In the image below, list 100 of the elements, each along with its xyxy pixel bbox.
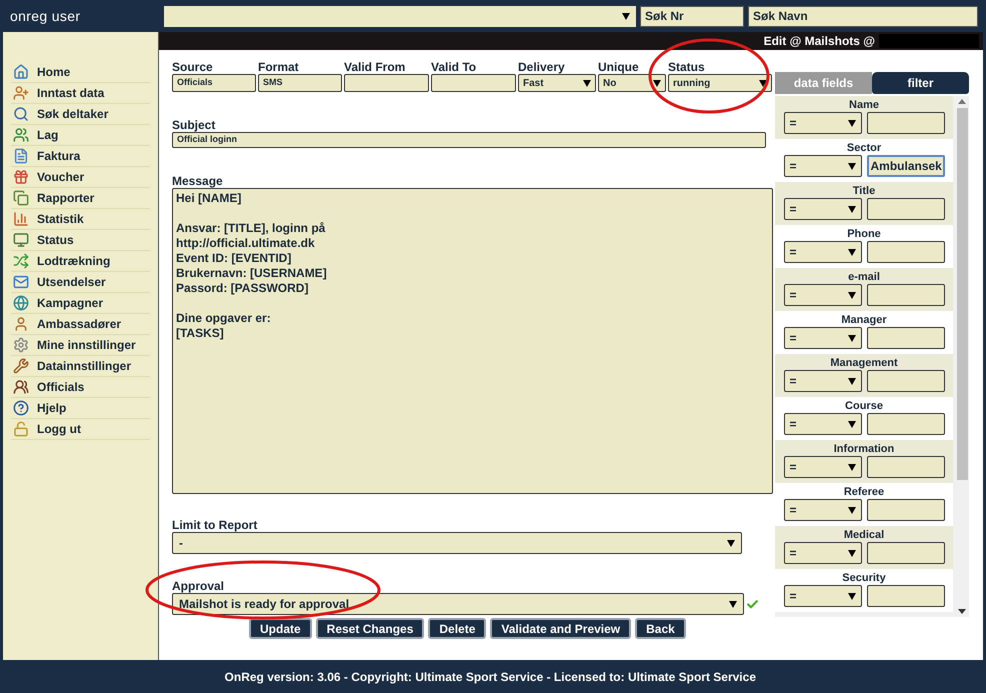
field-label: Source [172, 59, 213, 74]
operator-dropdown[interactable]: = [784, 327, 862, 349]
dropdown[interactable]: - [172, 532, 742, 554]
filter-input[interactable] [866, 284, 944, 306]
scrollbar[interactable] [955, 96, 969, 617]
filter-input[interactable] [866, 499, 944, 521]
caret-icon [848, 550, 856, 556]
sidebar-item[interactable]: Datainnstillinger [11, 356, 150, 377]
operator-dropdown[interactable]: = [784, 542, 862, 564]
caret-icon [848, 592, 856, 600]
dropdown[interactable]: No [598, 74, 666, 92]
page-title: Edit @ Mailshots @ [764, 33, 875, 50]
sidebar-item[interactable]: Home [11, 62, 150, 83]
filter-input[interactable] [866, 370, 944, 392]
scroll-down-icon[interactable] [958, 609, 966, 614]
bar-chart-icon [13, 211, 29, 227]
operator-dropdown[interactable]: = [784, 456, 862, 478]
filter-label: Information [834, 442, 894, 455]
user-name: onreg user [10, 6, 82, 26]
dropdown[interactable]: Mailshot is ready for approval [172, 593, 744, 615]
filter-input[interactable] [866, 198, 944, 220]
operator-dropdown[interactable]: = [784, 112, 862, 134]
operator-dropdown[interactable]: = [784, 241, 862, 263]
documents-icon [13, 190, 29, 206]
caret-icon [848, 206, 856, 212]
filter-label: Name [849, 98, 879, 111]
tools-icon [13, 358, 29, 374]
sidebar-item[interactable]: Lag [11, 125, 150, 146]
event-dropdown[interactable] [164, 6, 636, 26]
filter-input[interactable] [866, 542, 944, 564]
filter-label: Referee [844, 485, 884, 498]
panel-tab[interactable]: filter [872, 72, 969, 94]
filter-input[interactable] [866, 413, 944, 435]
input-field[interactable]: SMS [258, 74, 342, 92]
filter-input[interactable] [866, 112, 944, 134]
action-button[interactable]: Update [249, 618, 312, 639]
sidebar-item[interactable]: Statistik [11, 209, 150, 230]
sidebar-item[interactable]: Faktura [11, 146, 150, 167]
sidebar-item[interactable]: Ambassadører [11, 314, 150, 335]
sidebar-item[interactable]: Utsendelser [11, 272, 150, 293]
operator-dropdown[interactable]: = [784, 155, 862, 177]
caret-icon [848, 378, 856, 384]
input-field[interactable] [344, 74, 429, 92]
sidebar-item[interactable]: Rapporter [11, 188, 150, 209]
action-button[interactable]: Back [635, 618, 686, 639]
operator-dropdown[interactable]: = [784, 370, 862, 392]
operator-dropdown[interactable]: = [784, 413, 862, 435]
field-label: Valid From [344, 59, 406, 74]
field-label: Status [668, 59, 705, 74]
operator-dropdown[interactable]: = [784, 198, 862, 220]
field-label: Delivery [518, 59, 565, 74]
sidebar-item[interactable]: Mine innstillinger [11, 335, 150, 356]
filter-input[interactable] [866, 241, 944, 263]
field-label: Valid To [431, 59, 476, 74]
scroll-up-icon[interactable] [958, 99, 966, 104]
field-label: Format [258, 59, 299, 74]
settings-icon [13, 337, 29, 353]
filter-label: Medical [844, 528, 884, 541]
caret-icon [583, 80, 591, 86]
home-icon [13, 64, 29, 80]
caret-icon [653, 80, 661, 86]
input-field[interactable] [431, 74, 516, 92]
sidebar-item[interactable]: Voucher [11, 167, 150, 188]
sidebar-item[interactable]: Inntast data [11, 83, 150, 104]
filter-label: Security [842, 571, 886, 584]
dropdown[interactable]: Fast [518, 74, 596, 92]
filter-input[interactable] [866, 456, 944, 478]
operator-dropdown[interactable]: = [784, 499, 862, 521]
monitor-icon [13, 232, 29, 248]
sidebar-item[interactable]: Officials [11, 377, 150, 398]
input-field[interactable]: Official loginn [172, 132, 766, 148]
person-icon [13, 316, 29, 332]
sidebar-item[interactable]: Hjelp [11, 398, 150, 419]
envelope-icon [13, 274, 29, 290]
filter-input[interactable]: Ambulansek [866, 155, 944, 177]
dropdown[interactable]: running [668, 74, 772, 92]
sidebar-item[interactable]: Logg ut [11, 419, 150, 440]
caret-icon [622, 12, 630, 20]
sidebar-item[interactable]: Kampagner [11, 293, 150, 314]
message-textarea[interactable]: Hei [NAME] Ansvar: [TITLE], loginn på http://official.ultimate.dk Event ID: [EVENTID] Brukernavn: [USERNAME] Passord: [PASSWORD] Dine opgaver er: [TASKS] [172, 188, 773, 494]
operator-dropdown[interactable]: = [784, 585, 862, 607]
filter-label: e-mail [848, 270, 880, 283]
sidebar-item[interactable]: Søk deltaker [11, 104, 150, 125]
action-button[interactable]: Validate and Preview [490, 618, 632, 639]
sidebar-item[interactable]: Lodtrækning [11, 251, 150, 272]
input-field[interactable]: Officials [172, 74, 256, 92]
action-button[interactable]: Delete [428, 618, 486, 639]
filter-input[interactable] [866, 585, 944, 607]
caret-icon [848, 120, 856, 126]
search-nr-field[interactable]: Søk Nr [640, 6, 744, 26]
filter-input[interactable] [866, 327, 944, 349]
padlock-icon [13, 421, 29, 437]
operator-dropdown[interactable]: = [784, 284, 862, 306]
document-icon [13, 148, 29, 164]
search-icon [13, 106, 29, 122]
caret-icon [759, 80, 767, 86]
search-name-field[interactable]: Søk Navn [748, 6, 978, 26]
sidebar-item[interactable]: Status [11, 230, 150, 251]
action-button[interactable]: Reset Changes [316, 618, 424, 639]
caret-icon [848, 420, 856, 428]
